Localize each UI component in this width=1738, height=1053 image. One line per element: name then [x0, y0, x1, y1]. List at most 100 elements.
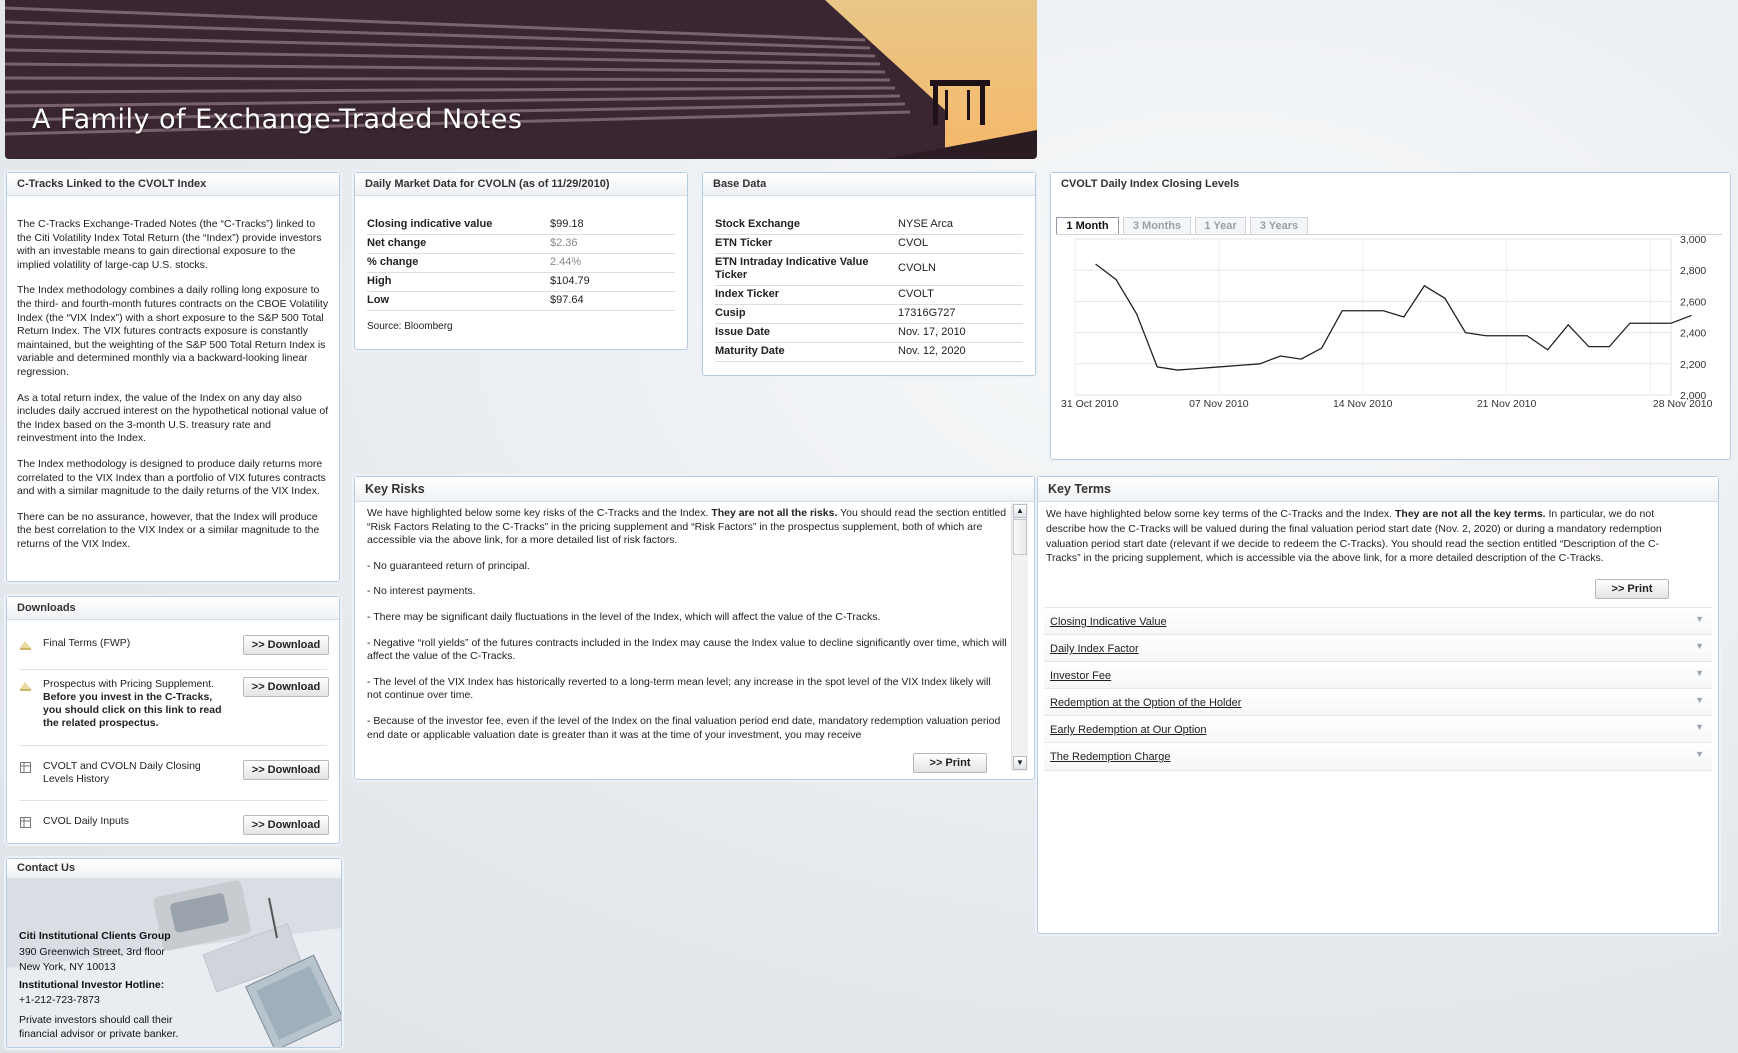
risks-print-button[interactable]: >> Print: [913, 753, 987, 773]
base-value: CVOLT: [898, 288, 934, 300]
download-button[interactable]: >> Download: [243, 760, 329, 780]
key-risks-intro-bold: They are not all the risks.: [711, 507, 838, 519]
about-panel: C-Tracks Linked to the CVOLT Index The C…: [6, 172, 340, 582]
download-name[interactable]: Prospectus with Pricing Supplement.: [43, 678, 233, 691]
term-investor-fee[interactable]: Investor Fee ▼: [1044, 661, 1712, 689]
scrollbar[interactable]: ▲ ▼: [1011, 503, 1028, 771]
chevron-down-icon[interactable]: ▼: [1695, 695, 1704, 705]
x-tick-label: 21 Nov 2010: [1477, 398, 1537, 410]
base-row: ETN Intraday Indicative Value Ticker CVO…: [715, 253, 1023, 286]
market-data-title: Daily Market Data for CVOLN (as of 11/29…: [355, 173, 687, 196]
term-daily-index-factor[interactable]: Daily Index Factor ▼: [1044, 634, 1712, 662]
base-value: CVOL: [898, 237, 928, 249]
market-row: Closing indicative value $99.18: [367, 215, 675, 235]
risk-item: - There may be significant daily fluctua…: [367, 610, 881, 623]
about-paragraph: There can be no assurance, however, that…: [17, 510, 320, 550]
base-value: NYSE Arca: [898, 218, 954, 230]
term-closing-indicative-value[interactable]: Closing Indicative Value ▼: [1044, 607, 1712, 635]
downloads-title: Downloads: [7, 597, 339, 620]
term-link[interactable]: Early Redemption at Our Option: [1050, 724, 1207, 736]
contact-address-line-2: New York, NY 10013: [19, 961, 116, 974]
term-link[interactable]: Daily Index Factor: [1050, 643, 1139, 655]
base-label: ETN Ticker: [715, 237, 773, 249]
base-label: Index Ticker: [715, 288, 779, 300]
term-link[interactable]: Redemption at the Option of the Holder: [1050, 697, 1241, 709]
contact-info: Citi Institutional Clients Group 390 Gre…: [19, 929, 194, 1041]
key-risks-intro-text: We have highlighted below some key risks…: [367, 507, 712, 519]
divider: [19, 745, 327, 746]
x-tick-label: 07 Nov 2010: [1189, 398, 1249, 410]
base-row: Index Ticker CVOLT: [715, 285, 1023, 305]
chart-title: CVOLT Daily Index Closing Levels: [1051, 173, 1730, 195]
y-tick-label: 3,000: [1680, 235, 1706, 246]
base-value: Nov. 12, 2020: [898, 345, 966, 357]
base-value: CVOLN: [898, 262, 936, 274]
chevron-down-icon[interactable]: ▼: [1695, 641, 1704, 651]
download-name[interactable]: CVOLT and CVOLN Daily Closing Levels His…: [43, 760, 223, 786]
download-button[interactable]: >> Download: [243, 635, 329, 655]
term-early-redemption[interactable]: Early Redemption at Our Option ▼: [1044, 715, 1712, 743]
market-row: Net change $2.36: [367, 234, 675, 254]
base-row: Issue Date Nov. 17, 2010: [715, 323, 1023, 343]
contact-hotline-label: Institutional Investor Hotline:: [19, 978, 165, 991]
chevron-down-icon[interactable]: ▼: [1695, 749, 1704, 759]
y-tick-label: 2,400: [1680, 328, 1706, 340]
market-value: $97.64: [550, 294, 584, 306]
header-banner: A Family of Exchange-Traded Notes: [5, 0, 1037, 159]
chart-panel: CVOLT Daily Index Closing Levels 1 Month…: [1050, 172, 1731, 460]
chevron-down-icon[interactable]: ▼: [1695, 722, 1704, 732]
downloads-panel: Downloads Final Terms (FWP) >> Download …: [6, 596, 340, 844]
key-risks-intro: We have highlighted below some key risks…: [367, 507, 1007, 548]
base-row: Stock Exchange NYSE Arca: [715, 215, 1023, 235]
market-value: 2.44%: [550, 256, 582, 268]
term-link[interactable]: The Redemption Charge: [1050, 751, 1170, 763]
download-name[interactable]: CVOL Daily Inputs: [43, 815, 129, 827]
chevron-down-icon[interactable]: ▼: [1695, 668, 1704, 678]
scroll-up-button[interactable]: ▲: [1013, 504, 1027, 518]
tab-1-month[interactable]: 1 Month: [1056, 217, 1119, 234]
market-value: $2.36: [550, 237, 578, 249]
key-risks-title: Key Risks: [355, 477, 1034, 502]
document-icon: [20, 641, 31, 650]
key-risks-panel: Key Risks We have highlighted below some…: [354, 476, 1035, 780]
risk-item: - Negative “roll yields” of the futures …: [367, 636, 1007, 663]
market-row: High $104.79: [367, 272, 675, 292]
risk-item: - Because of the investor fee, even if t…: [367, 714, 1001, 741]
base-label: Maturity Date: [715, 345, 785, 357]
base-data-title: Base Data: [703, 173, 1035, 196]
key-risks-scroll-area[interactable]: We have highlighted below some key risks…: [367, 507, 1007, 745]
contact-address-line-1: 390 Greenwich Street, 3rd floor: [19, 945, 165, 958]
key-terms-panel: Key Terms We have highlighted below some…: [1037, 476, 1719, 934]
scroll-down-button[interactable]: ▼: [1013, 756, 1027, 770]
download-note: Before you invest in the C-Tracks, you s…: [43, 691, 222, 729]
market-data-panel: Daily Market Data for CVOLN (as of 11/29…: [354, 172, 688, 350]
tab-3-months[interactable]: 3 Months: [1123, 217, 1191, 234]
download-button[interactable]: >> Download: [243, 815, 329, 835]
tab-3-years[interactable]: 3 Years: [1250, 217, 1308, 234]
scroll-thumb[interactable]: [1013, 519, 1027, 555]
contact-title: Contact Us: [7, 859, 341, 878]
about-paragraph: The Index methodology is designed to pro…: [17, 457, 326, 498]
divider: [19, 800, 327, 801]
tab-1-year[interactable]: 1 Year: [1195, 217, 1246, 234]
term-link[interactable]: Investor Fee: [1050, 670, 1111, 682]
base-row: Cusip 17316G727: [715, 304, 1023, 324]
market-label: Closing indicative value: [367, 218, 493, 230]
chevron-down-icon[interactable]: ▼: [1695, 614, 1704, 624]
key-terms-title: Key Terms: [1038, 477, 1718, 502]
base-label: Stock Exchange: [715, 218, 800, 230]
term-link[interactable]: Closing Indicative Value: [1050, 616, 1167, 628]
download-name[interactable]: Final Terms (FWP): [43, 637, 130, 649]
market-value: $99.18: [550, 218, 584, 230]
spreadsheet-icon: [20, 817, 31, 828]
terms-print-button[interactable]: >> Print: [1595, 579, 1669, 599]
contact-panel: Contact Us Citi Institutional Clients Gr…: [6, 858, 342, 1048]
contact-phone[interactable]: +1-212-723-7873: [19, 993, 194, 1009]
y-tick-label: 2,800: [1680, 265, 1706, 277]
key-terms-intro-bold: They are not all the key terms.: [1395, 508, 1546, 520]
download-button[interactable]: >> Download: [243, 677, 329, 697]
term-redemption-charge[interactable]: The Redemption Charge ▼: [1044, 742, 1712, 771]
x-tick-label: 28 Nov 2010: [1653, 398, 1713, 410]
term-redemption-option-holder[interactable]: Redemption at the Option of the Holder ▼: [1044, 688, 1712, 716]
divider: [19, 669, 327, 670]
